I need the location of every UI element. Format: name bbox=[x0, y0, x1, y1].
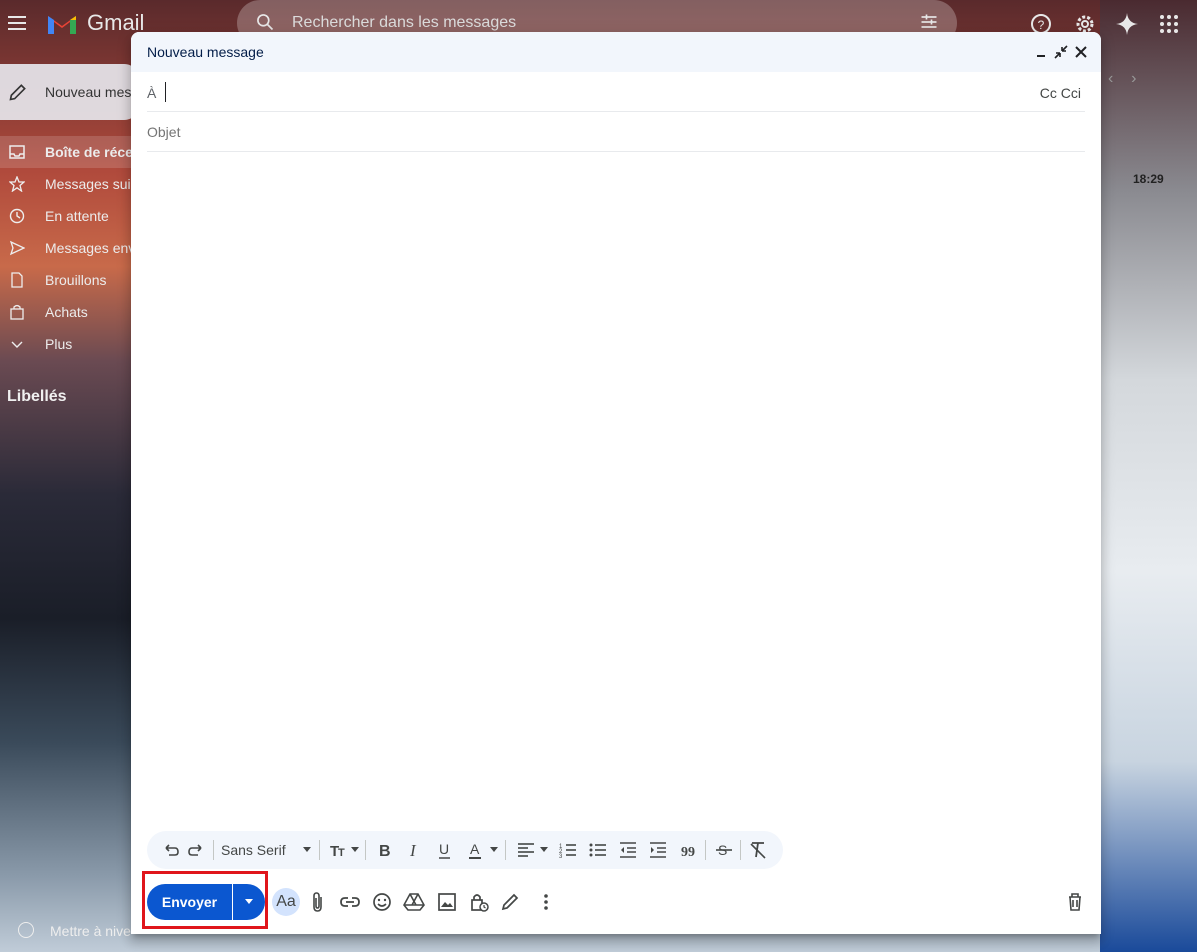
search-placeholder: Rechercher dans les messages bbox=[292, 14, 517, 31]
sidebar-item-snoozed[interactable]: En attente bbox=[0, 200, 131, 232]
apps-grid-icon[interactable] bbox=[1157, 12, 1181, 36]
sidebar-item-more[interactable]: Plus bbox=[0, 328, 131, 360]
sidebar-item-label: Plus bbox=[45, 336, 73, 352]
svg-text:B: B bbox=[379, 843, 391, 860]
upgrade-label: Mettre à nive bbox=[50, 923, 131, 939]
align-dropdown-icon[interactable] bbox=[540, 847, 548, 852]
message-body[interactable] bbox=[147, 158, 1085, 818]
recipient-input[interactable] bbox=[165, 82, 1025, 102]
redo-icon[interactable] bbox=[186, 840, 206, 860]
font-family-select[interactable]: Sans Serif bbox=[221, 842, 286, 858]
insert-link-icon[interactable] bbox=[338, 890, 362, 914]
sidebar-item-label: Brouillons bbox=[45, 272, 107, 288]
sidebar-item-label: Boîte de réce bbox=[45, 144, 133, 160]
svg-text:T: T bbox=[338, 847, 345, 859]
more-options-icon[interactable] bbox=[534, 890, 558, 914]
toolbar-divider bbox=[213, 840, 214, 860]
gemini-sparkle-icon[interactable] bbox=[1115, 12, 1139, 36]
bulleted-list-icon[interactable] bbox=[588, 840, 608, 860]
sidebar-item-starred[interactable]: Messages sui bbox=[0, 168, 131, 200]
sidebar-item-purchases[interactable]: Achats bbox=[0, 296, 131, 328]
clock-icon bbox=[9, 208, 25, 224]
numbered-list-icon[interactable]: 123 bbox=[558, 840, 578, 860]
toolbar-divider bbox=[505, 840, 506, 860]
sidebar-item-label: En attente bbox=[45, 208, 109, 224]
send-button-highlight bbox=[142, 871, 268, 929]
compose-header[interactable]: Nouveau message bbox=[131, 32, 1101, 72]
pagination-arrows-icon[interactable]: ‹ › bbox=[1108, 70, 1136, 88]
pencil-icon bbox=[9, 84, 26, 101]
compose-button[interactable]: Nouveau mes bbox=[0, 64, 140, 120]
background-right-panel bbox=[1100, 0, 1197, 952]
exit-fullscreen-icon[interactable] bbox=[1053, 44, 1069, 60]
subject-field-row bbox=[147, 112, 1085, 152]
sidebar-item-inbox[interactable]: Boîte de réce bbox=[0, 136, 133, 168]
close-icon[interactable] bbox=[1073, 44, 1089, 60]
insert-photo-icon[interactable] bbox=[435, 890, 459, 914]
search-options-icon[interactable] bbox=[919, 12, 939, 32]
labels-heading: Libellés bbox=[7, 388, 67, 405]
search-icon[interactable] bbox=[255, 12, 275, 32]
italic-icon[interactable]: I bbox=[405, 840, 425, 860]
message-time: 18:29 bbox=[1133, 172, 1164, 186]
sidebar-item-drafts[interactable]: Brouillons bbox=[0, 264, 131, 296]
toolbar-divider bbox=[319, 840, 320, 860]
signature-pen-icon[interactable] bbox=[498, 890, 522, 914]
toolbar-divider bbox=[365, 840, 366, 860]
sidebar-item-label: Messages env bbox=[45, 240, 136, 256]
to-label: À bbox=[147, 85, 157, 101]
indent-decrease-icon[interactable] bbox=[618, 840, 638, 860]
svg-text:U: U bbox=[439, 841, 449, 857]
cc-bcc-link[interactable]: Cc Cci bbox=[1040, 85, 1081, 101]
draft-icon bbox=[11, 272, 23, 288]
svg-text:3: 3 bbox=[559, 854, 563, 860]
attach-file-icon[interactable] bbox=[306, 890, 330, 914]
font-size-icon[interactable]: TT bbox=[329, 840, 349, 860]
formatting-toolbar: Sans Serif TT B I U A 123 99 S bbox=[147, 831, 783, 869]
text-color-icon[interactable]: A bbox=[467, 840, 487, 860]
bold-icon[interactable]: B bbox=[375, 840, 395, 860]
svg-text:99: 99 bbox=[681, 845, 695, 860]
to-field-row: À Cc Cci bbox=[147, 72, 1085, 112]
clear-formatting-icon[interactable] bbox=[748, 840, 768, 860]
compose-title: Nouveau message bbox=[147, 44, 264, 60]
compose-window: Nouveau message À Cc Cci Sans Serif TT B… bbox=[131, 32, 1101, 934]
main-menu-icon[interactable] bbox=[8, 14, 26, 32]
send-icon bbox=[9, 240, 25, 256]
undo-icon[interactable] bbox=[161, 840, 181, 860]
google-drive-icon[interactable] bbox=[402, 890, 426, 914]
emoji-icon[interactable] bbox=[370, 890, 394, 914]
svg-text:?: ? bbox=[1038, 18, 1045, 32]
chevron-down-icon bbox=[11, 341, 23, 348]
text-color-dropdown-icon[interactable] bbox=[490, 847, 498, 852]
info-icon bbox=[18, 922, 34, 938]
formatting-options-button[interactable]: Aa bbox=[272, 888, 300, 916]
compose-button-label: Nouveau mes bbox=[45, 84, 132, 100]
minimize-icon[interactable] bbox=[1033, 44, 1049, 60]
sidebar-item-label: Messages sui bbox=[45, 176, 131, 192]
svg-text:I: I bbox=[409, 841, 417, 860]
indent-increase-icon[interactable] bbox=[648, 840, 668, 860]
font-size-dropdown-icon[interactable] bbox=[351, 847, 359, 852]
toolbar-divider bbox=[740, 840, 741, 860]
shopping-icon bbox=[10, 304, 24, 320]
gmail-logo-icon[interactable] bbox=[46, 12, 78, 36]
discard-trash-icon[interactable] bbox=[1063, 890, 1087, 914]
align-icon[interactable] bbox=[516, 840, 536, 860]
svg-text:A: A bbox=[470, 841, 480, 857]
strikethrough-icon[interactable]: S bbox=[714, 840, 734, 860]
confidential-mode-icon[interactable] bbox=[467, 890, 491, 914]
inbox-icon bbox=[9, 145, 25, 159]
upgrade-link[interactable]: Mettre à nive bbox=[0, 916, 131, 946]
sidebar-item-label: Achats bbox=[45, 304, 88, 320]
underline-icon[interactable]: U bbox=[435, 840, 455, 860]
toolbar-divider bbox=[705, 840, 706, 860]
star-icon bbox=[9, 176, 25, 192]
quote-icon[interactable]: 99 bbox=[678, 840, 698, 860]
sidebar-item-sent[interactable]: Messages env bbox=[0, 232, 135, 264]
subject-input[interactable] bbox=[147, 122, 1085, 142]
font-dropdown-icon[interactable] bbox=[303, 847, 311, 852]
